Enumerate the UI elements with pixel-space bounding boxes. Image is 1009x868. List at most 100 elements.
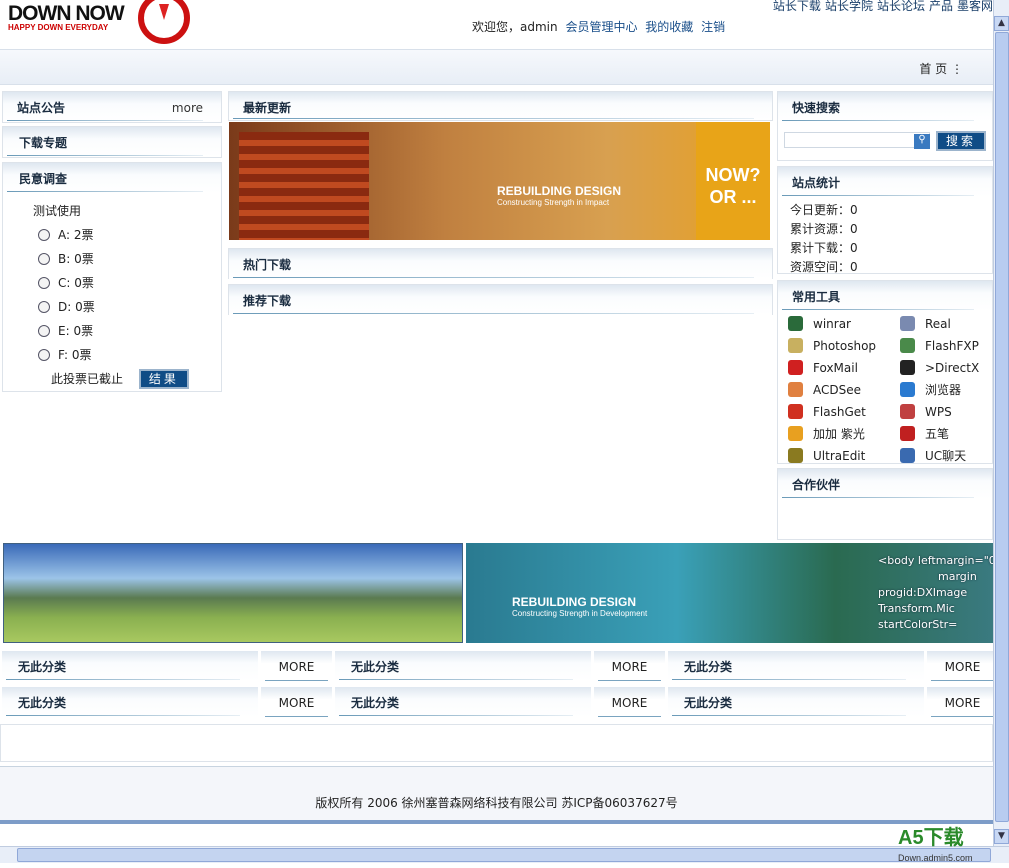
tool-icon xyxy=(788,360,803,375)
nav-bar: 首 页 ⋮ xyxy=(0,49,993,85)
landscape-banner[interactable] xyxy=(3,543,463,643)
panel-title: 无此分类 xyxy=(351,696,400,710)
panel-title: 最新更新 xyxy=(243,101,292,115)
building-image xyxy=(239,132,369,240)
tool-link[interactable]: Photoshop xyxy=(788,335,900,357)
panel-title: 无此分类 xyxy=(351,660,400,674)
code-line: <body leftmargin="0" t xyxy=(878,554,993,567)
tool-link[interactable]: 五笔 xyxy=(900,423,993,445)
poll-question: 测试使用 xyxy=(33,204,82,218)
tool-link[interactable]: UltraEdit xyxy=(788,445,900,467)
tool-icon xyxy=(900,382,915,397)
tool-link[interactable]: FlashGet xyxy=(788,401,900,423)
option-label: F: xyxy=(58,348,69,362)
nav-home-link[interactable]: 首 页 ⋮ xyxy=(919,60,963,77)
tool-link[interactable]: 加加 紫光 xyxy=(788,423,900,445)
scrollbar-thumb[interactable] xyxy=(995,32,1009,822)
top-link[interactable]: 产品 xyxy=(929,0,953,13)
tool-label: FoxMail xyxy=(813,361,858,375)
tool-label: winrar xyxy=(813,317,851,331)
option-votes: 0票 xyxy=(74,276,94,290)
category-more-link[interactable]: MORE xyxy=(924,651,993,682)
category-more-link[interactable]: MORE xyxy=(591,651,665,682)
tool-icon xyxy=(788,426,803,441)
top-link[interactable]: 墨客网 xyxy=(957,0,993,13)
tool-link[interactable]: Real xyxy=(900,313,993,335)
poll-option[interactable]: D: 0票 xyxy=(33,295,221,319)
code-line: Transform.Mic xyxy=(878,602,955,615)
tool-link[interactable]: UC聊天 xyxy=(900,445,993,467)
tool-label: UltraEdit xyxy=(813,449,866,463)
top-link[interactable]: 站长论坛 xyxy=(877,0,925,13)
tool-link[interactable]: 浏览器 xyxy=(900,379,993,401)
favorites-link[interactable]: 我的收藏 xyxy=(645,20,693,34)
option-votes: 0票 xyxy=(71,348,92,362)
option-votes: 0票 xyxy=(75,300,95,314)
logo[interactable]: DOWN NOW HAPPY DOWN EVERYDAY xyxy=(6,0,196,46)
notice-panel: 站点公告 more xyxy=(2,91,222,123)
logout-link[interactable]: 注销 xyxy=(701,20,725,34)
radio-button[interactable] xyxy=(38,349,50,361)
category-panel: 无此分类 MORE xyxy=(2,687,332,718)
tool-link[interactable]: ACDSee xyxy=(788,379,900,401)
banner-rebuilding-development[interactable]: REBUILDING DESIGN Constructing Strength i… xyxy=(466,543,993,643)
panel-title: 民意调查 xyxy=(19,172,68,186)
scroll-up-arrow[interactable]: ▲ xyxy=(994,16,1009,31)
poll-result-button[interactable]: 结果 xyxy=(138,369,189,389)
tool-link[interactable]: FlashFXP xyxy=(900,335,993,357)
empty-panel xyxy=(0,724,993,762)
panel-title: 站点统计 xyxy=(792,176,841,190)
search-button[interactable]: 搜索 xyxy=(935,131,986,151)
poll-option[interactable]: A: 2票 xyxy=(33,223,221,247)
category-panel: 无此分类 MORE xyxy=(668,687,993,718)
radio-button[interactable] xyxy=(38,301,50,313)
radio-button[interactable] xyxy=(38,229,50,241)
tool-icon xyxy=(788,316,803,331)
scrollbar-thumb[interactable] xyxy=(17,848,991,862)
radio-button[interactable] xyxy=(38,277,50,289)
panel-title: 合作伙伴 xyxy=(792,478,841,492)
banner-rebuilding-design[interactable]: REBUILDING DESIGN Constructing Strength i… xyxy=(229,122,770,240)
option-label: D: xyxy=(58,300,72,314)
radio-button[interactable] xyxy=(38,325,50,337)
tool-link[interactable]: >DirectX xyxy=(900,357,993,379)
tool-link[interactable]: WPS xyxy=(900,401,993,423)
tool-label: >DirectX xyxy=(925,361,980,375)
radio-button[interactable] xyxy=(38,253,50,265)
panel-title: 无此分类 xyxy=(684,696,733,710)
tool-link[interactable]: winrar xyxy=(788,313,900,335)
horizontal-scrollbar[interactable] xyxy=(0,846,1009,863)
notice-more-link[interactable]: more xyxy=(172,101,203,115)
tool-icon xyxy=(900,448,915,463)
tool-link[interactable]: FoxMail xyxy=(788,357,900,379)
poll-option[interactable]: B: 0票 xyxy=(33,247,221,271)
poll-option[interactable]: C: 0票 xyxy=(33,271,221,295)
search-input[interactable] xyxy=(784,132,930,148)
top-link[interactable]: 站长学院 xyxy=(825,0,873,13)
banner-title: REBUILDING DESIGN xyxy=(497,184,622,198)
top-link[interactable]: 站长下载 xyxy=(773,0,821,13)
category-more-link[interactable]: MORE xyxy=(591,687,665,718)
panel-title: 无此分类 xyxy=(18,696,67,710)
category-panel: 无此分类 MORE xyxy=(668,651,993,682)
scroll-down-arrow[interactable]: ▼ xyxy=(994,829,1009,844)
tools-panel: 常用工具 winrar Real Photoshop FlashFXP FoxMail >… xyxy=(777,280,993,464)
welcome-bar: 欢迎您，admin 会员管理中心 我的收藏 注销 xyxy=(472,18,725,35)
page: DOWN NOW HAPPY DOWN EVERYDAY 站长下载 站长学院 站长论… xyxy=(0,0,993,846)
category-more-link[interactable]: MORE xyxy=(258,651,332,682)
poll-panel: 民意调查 测试使用 A: 2票 B: 0票 C: 0票 D: 0票 E: 0票 … xyxy=(2,162,222,392)
category-more-link[interactable]: MORE xyxy=(924,687,993,718)
member-center-link[interactable]: 会员管理中心 xyxy=(565,20,637,34)
option-votes: 2票 xyxy=(73,228,94,242)
search-icon[interactable]: ⚲ xyxy=(914,134,930,149)
tool-icon xyxy=(788,382,803,397)
vertical-scrollbar[interactable]: ▲ ▼ xyxy=(993,0,1009,846)
panel-title: 无此分类 xyxy=(18,660,67,674)
category-more-link[interactable]: MORE xyxy=(258,687,332,718)
code-line: startColorStr= xyxy=(878,618,958,631)
panel-title: 热门下载 xyxy=(243,258,292,272)
footer: 版权所有 2006 徐州塞普森网络科技有限公司 苏ICP备06037627号 xyxy=(0,766,993,824)
poll-option[interactable]: F: 0票 xyxy=(33,343,221,367)
stat-item: 累计资源：0 xyxy=(790,222,858,236)
poll-option[interactable]: E: 0票 xyxy=(33,319,221,343)
